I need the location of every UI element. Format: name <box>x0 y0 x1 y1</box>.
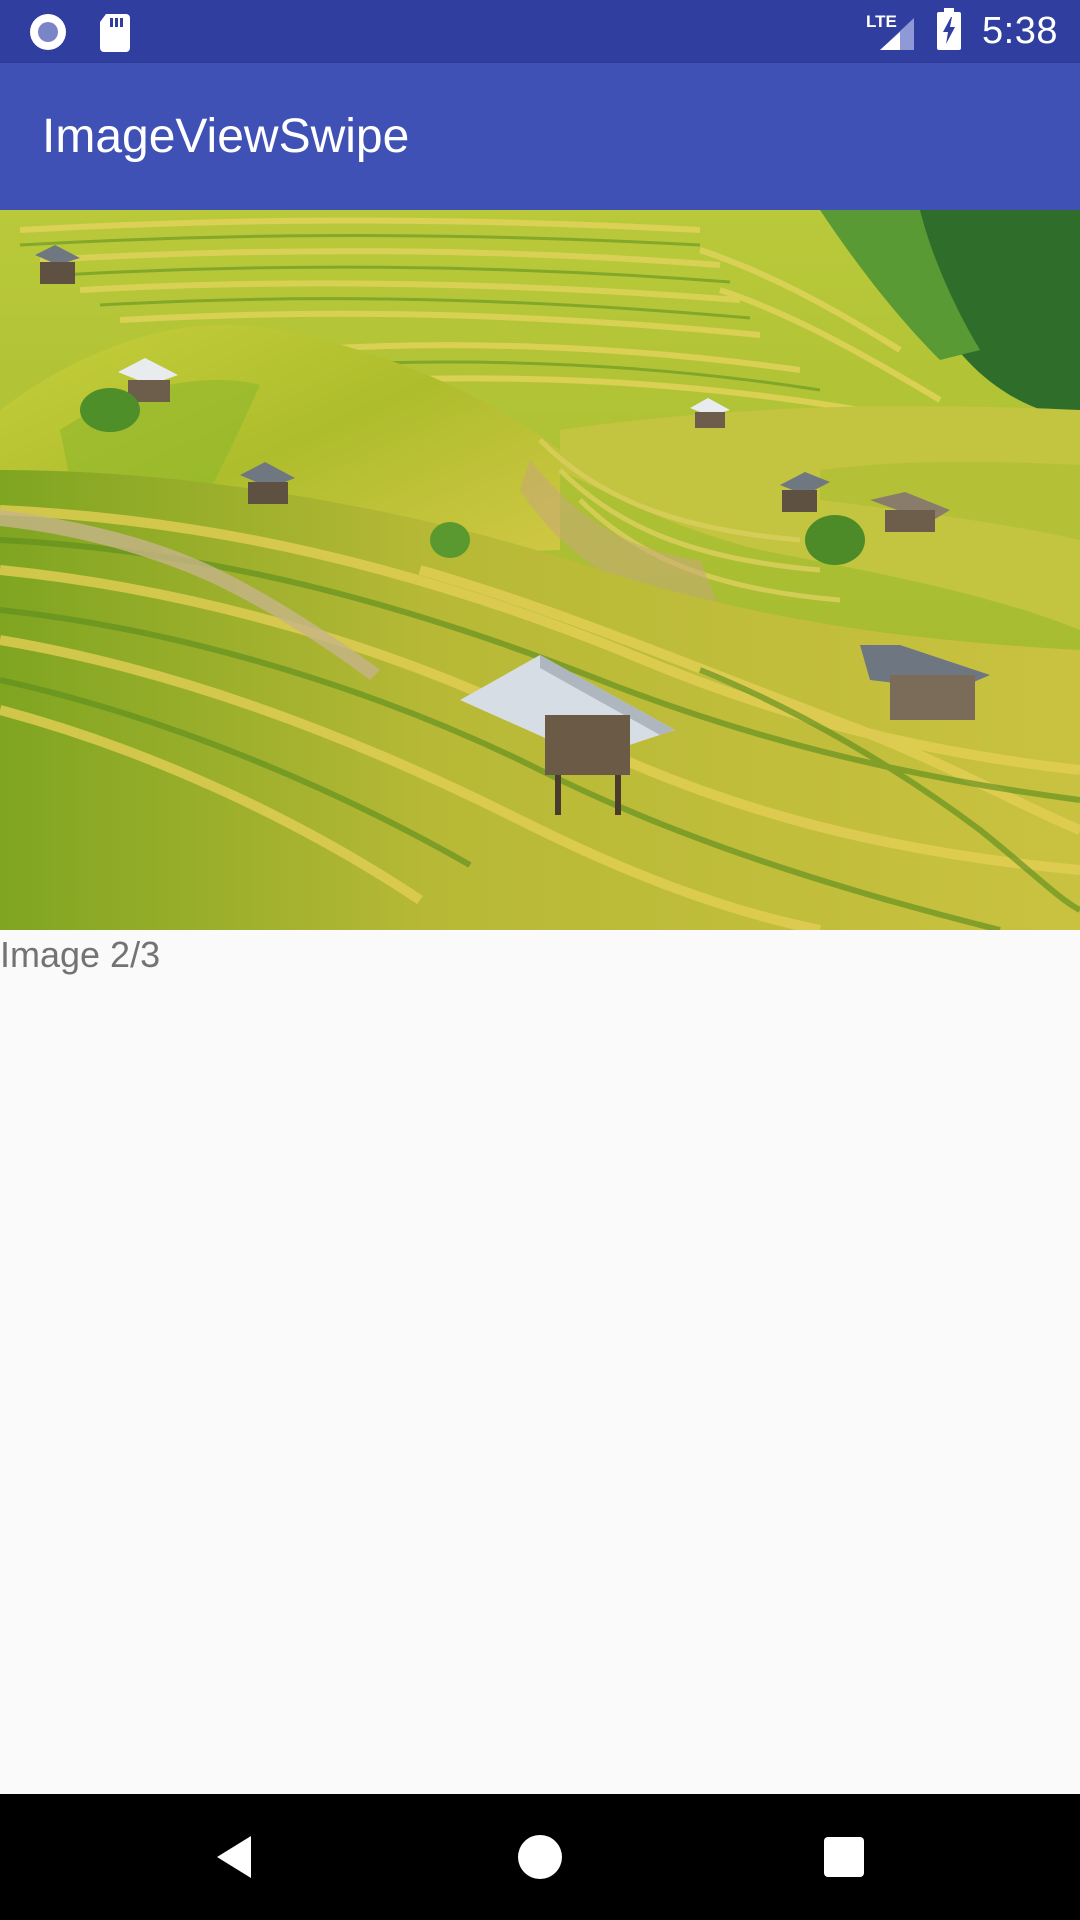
status-bar-right: LTE 5:38 <box>866 0 1058 63</box>
lte-signal-icon: LTE <box>866 10 916 54</box>
recents-icon <box>824 1837 864 1877</box>
rice-terraces-photo[interactable] <box>0 210 1080 930</box>
navigation-bar <box>0 1794 1080 1920</box>
status-bar-left <box>28 12 132 57</box>
back-icon <box>217 1836 251 1878</box>
status-time: 5:38 <box>982 10 1058 52</box>
screen: LTE 5:38 ImageViewSwipe Image 2/3 <box>0 0 1080 1920</box>
home-button[interactable] <box>510 1827 570 1887</box>
lte-label: LTE <box>866 11 897 31</box>
battery-charging-icon <box>936 8 962 55</box>
sd-card-icon <box>98 12 132 57</box>
app-title: ImageViewSwipe <box>42 110 410 163</box>
status-bar: LTE 5:38 <box>0 0 1080 63</box>
image-caption: Image 2/3 <box>0 934 161 975</box>
app-bar: ImageViewSwipe <box>0 63 1080 210</box>
recents-button[interactable] <box>814 1827 874 1887</box>
photo-illustration <box>0 210 1080 930</box>
home-icon <box>518 1835 562 1879</box>
notification-circle-icon <box>28 12 68 57</box>
back-button[interactable] <box>206 1827 266 1887</box>
